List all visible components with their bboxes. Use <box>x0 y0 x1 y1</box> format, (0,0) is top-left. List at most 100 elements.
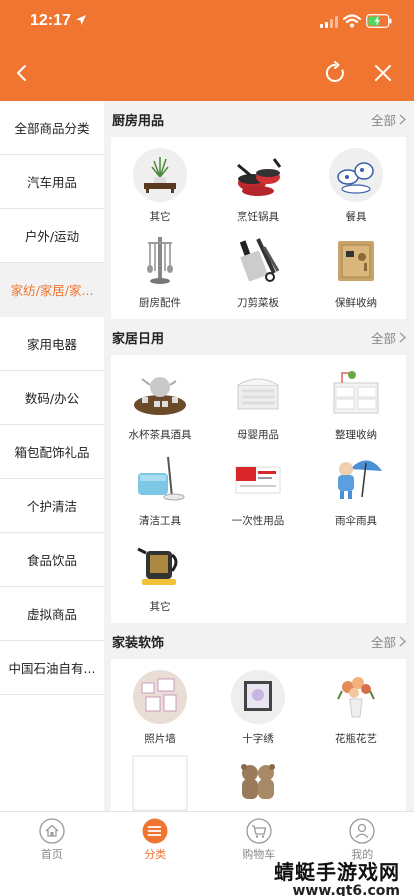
category-tile[interactable] <box>111 751 209 811</box>
header-bar: 12:17 <box>0 0 414 101</box>
sidebar-item-label: 户外/运动 <box>24 229 80 244</box>
section-all-link[interactable]: 全部 <box>371 328 406 347</box>
tile-label: 刀剪菜板 <box>237 297 279 309</box>
sidebar-item-personal-care[interactable]: 个护清洁 <box>0 479 104 533</box>
tile-label: 母婴用品 <box>237 429 279 441</box>
sidebar-item-home-textiles[interactable]: 家纺/家居/家... <box>0 263 104 317</box>
category-tile[interactable]: 雨伞雨具 <box>307 447 405 533</box>
sidebar-item-food[interactable]: 食品饮品 <box>0 533 104 587</box>
category-tile[interactable]: 花瓶花艺 <box>307 665 405 751</box>
chevron-right-icon <box>399 332 406 342</box>
tile-label: 花瓶花艺 <box>335 733 377 745</box>
tea-set-icon <box>134 377 186 415</box>
flower-vase-icon <box>337 677 375 718</box>
tab-home[interactable]: 首页 <box>0 812 104 864</box>
profile-icon <box>349 818 375 844</box>
tab-label: 分类 <box>144 848 167 861</box>
watermark-url: www.qt6.com <box>292 883 400 896</box>
tile-label: 照片墙 <box>144 733 176 745</box>
kid-umbrella-icon <box>338 460 382 499</box>
drawer-cabinet-icon <box>333 371 379 414</box>
cross-stitch-frame-icon <box>231 670 285 724</box>
tile-label: 烹饪锅具 <box>237 211 279 223</box>
nav-bar <box>0 52 414 96</box>
sidebar-item-outdoor[interactable]: 户外/运动 <box>0 209 104 263</box>
tile-label: 十字绣 <box>242 733 274 745</box>
refresh-button[interactable] <box>320 58 350 88</box>
close-button[interactable] <box>368 58 398 88</box>
category-tile[interactable]: 保鲜收纳 <box>307 229 405 315</box>
sidebar-item-appliances[interactable]: 家用电器 <box>0 317 104 371</box>
back-button[interactable] <box>8 58 38 88</box>
chevron-right-icon <box>399 636 406 646</box>
chevron-right-icon <box>399 114 406 124</box>
section-all-link[interactable]: 全部 <box>371 110 406 129</box>
tile-label: 保鲜收纳 <box>335 297 377 309</box>
cookware-pots-icon <box>237 158 282 196</box>
photo-wall-icon <box>133 670 187 724</box>
wifi-icon <box>343 14 361 28</box>
category-tile[interactable]: 厨房配件 <box>111 229 209 315</box>
disposable-pack-icon <box>235 466 281 494</box>
section-grid: 照片墙 十字绣 花瓶花艺 <box>111 659 406 811</box>
sidebar-item-all[interactable]: 全部商品分类 <box>0 101 104 155</box>
category-tile[interactable]: 十字绣 <box>209 665 307 751</box>
kettle-icon <box>137 547 178 585</box>
category-tile[interactable]: 水杯茶具酒具 <box>111 361 209 447</box>
category-tile[interactable]: 刀剪菜板 <box>209 229 307 315</box>
section-all-link[interactable]: 全部 <box>371 632 406 651</box>
sidebar-item-label: 家用电器 <box>26 337 77 352</box>
battery-charging-icon <box>366 14 392 28</box>
category-tile[interactable]: 整理收纳 <box>307 361 405 447</box>
tableware-set-icon <box>329 148 383 202</box>
cellular-signal-icon <box>320 16 338 28</box>
tab-category[interactable]: 分类 <box>104 812 208 864</box>
status-bar: 12:17 <box>0 0 414 44</box>
tile-label: 整理收纳 <box>335 429 377 441</box>
category-content: 厨房用品 全部 其它 烹饪锅具 餐具 厨房配件 刀剪菜板 保鲜收纳 家居日用 全… <box>104 101 414 811</box>
sidebar-item-virtual[interactable]: 虚拟商品 <box>0 587 104 641</box>
category-tile[interactable]: 烹饪锅具 <box>209 143 307 229</box>
sidebar-item-label: 箱包配饰礼品 <box>14 445 90 460</box>
tile-label: 其它 <box>149 601 171 613</box>
tile-label: 一次性用品 <box>231 515 285 527</box>
section-title: 家居日用 <box>112 331 165 347</box>
gold-safe-icon <box>338 241 374 281</box>
category-sidebar: 全部商品分类 汽车用品 户外/运动 家纺/家居/家... 家用电器 数码/办公 … <box>0 101 104 811</box>
category-tile[interactable]: 其它 <box>111 533 209 619</box>
category-tile[interactable]: 餐具 <box>307 143 405 229</box>
section-grid: 其它 烹饪锅具 餐具 厨房配件 刀剪菜板 保鲜收纳 <box>111 137 406 319</box>
app-screen: 12:17 全部商品分类 汽车用品 户外/运动 家纺/家居/家... 家用电器 … <box>0 0 414 896</box>
all-label: 全部 <box>370 330 396 346</box>
plant-decor-icon <box>133 148 187 202</box>
sidebar-item-label: 个护清洁 <box>26 499 77 514</box>
sidebar-item-bags[interactable]: 箱包配饰礼品 <box>0 425 104 479</box>
sidebar-item-auto[interactable]: 汽车用品 <box>0 155 104 209</box>
all-label: 全部 <box>370 634 396 650</box>
sidebar-item-digital[interactable]: 数码/办公 <box>0 371 104 425</box>
category-tile[interactable]: 照片墙 <box>111 665 209 751</box>
category-tile[interactable]: 其它 <box>111 143 209 229</box>
watermark-title: 蜻蜓手游戏网 <box>274 860 400 884</box>
blank-placeholder-icon <box>132 755 188 811</box>
category-icon <box>142 818 168 844</box>
teddy-bears-icon <box>241 764 275 799</box>
tile-label: 雨伞雨具 <box>335 515 377 527</box>
watermark: 蜻蜓手游戏网 www.qt6.com <box>274 856 400 896</box>
category-tile[interactable]: 一次性用品 <box>209 447 307 533</box>
section-header-household: 家居日用 全部 <box>104 319 414 355</box>
tile-label: 清洁工具 <box>139 515 181 527</box>
spin-mop-icon <box>138 456 185 501</box>
category-tile[interactable] <box>209 751 307 811</box>
sidebar-item-petrochina[interactable]: 中国石油自有... <box>0 641 104 695</box>
category-tile[interactable]: 母婴用品 <box>209 361 307 447</box>
towel-box-icon <box>237 378 279 410</box>
sidebar-item-label: 食品饮品 <box>26 553 77 568</box>
section-header-kitchen: 厨房用品 全部 <box>104 101 414 137</box>
tab-label: 首页 <box>40 848 63 861</box>
all-label: 全部 <box>370 112 396 128</box>
status-time: 12:17 <box>30 12 71 29</box>
tab-label: 购物车 <box>242 848 276 861</box>
category-tile[interactable]: 清洁工具 <box>111 447 209 533</box>
utensil-rack-icon <box>147 237 173 284</box>
